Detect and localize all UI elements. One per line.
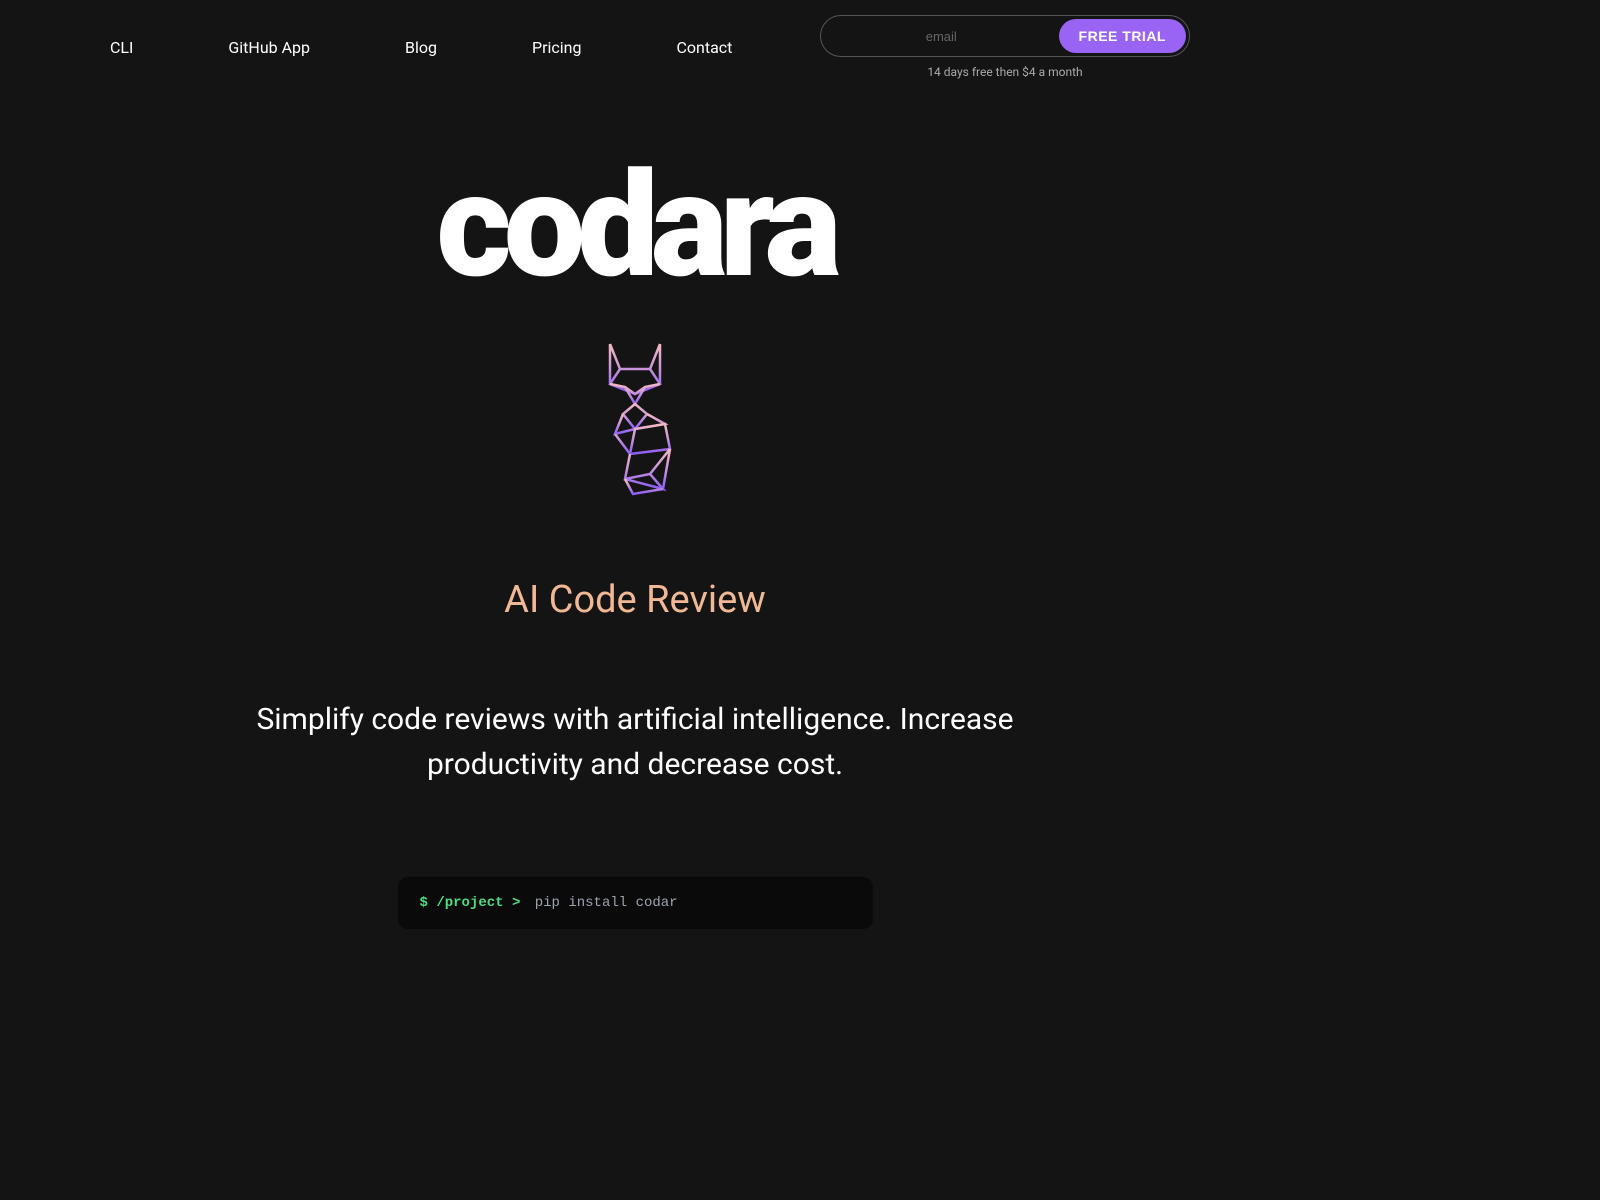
pricing-note: 14 days free then $4 a month <box>927 65 1082 79</box>
email-input[interactable] <box>824 21 1059 52</box>
free-trial-button[interactable]: FREE TRIAL <box>1059 19 1186 53</box>
logo-text: codara <box>0 154 1270 299</box>
nav-link-github-app[interactable]: GitHub App <box>228 38 310 57</box>
terminal-path: /project <box>436 895 503 911</box>
nav-link-contact[interactable]: Contact <box>676 38 732 57</box>
nav-link-pricing[interactable]: Pricing <box>532 38 582 57</box>
signup-container: FREE TRIAL <box>820 15 1190 57</box>
terminal-display: $ /project > pip install codar <box>398 877 873 929</box>
main-nav: CLI GitHub App Blog Pricing Contact FREE… <box>0 0 1270 94</box>
hero-description: Simplify code reviews with artificial in… <box>210 697 1060 787</box>
nav-link-blog[interactable]: Blog <box>405 38 437 57</box>
fox-icon <box>575 339 695 499</box>
terminal-prompt: $ <box>420 895 428 911</box>
nav-links: CLI GitHub App Blog Pricing Contact <box>110 38 732 57</box>
hero-section: codara AI Code Review Simplify code revi… <box>0 154 1270 929</box>
terminal-command: pip install codar <box>535 895 678 911</box>
nav-signup-section: FREE TRIAL 14 days free then $4 a month <box>820 15 1190 79</box>
nav-link-cli[interactable]: CLI <box>110 38 133 57</box>
hero-subtitle: AI Code Review <box>0 578 1270 622</box>
terminal-arrow: > <box>512 895 520 911</box>
